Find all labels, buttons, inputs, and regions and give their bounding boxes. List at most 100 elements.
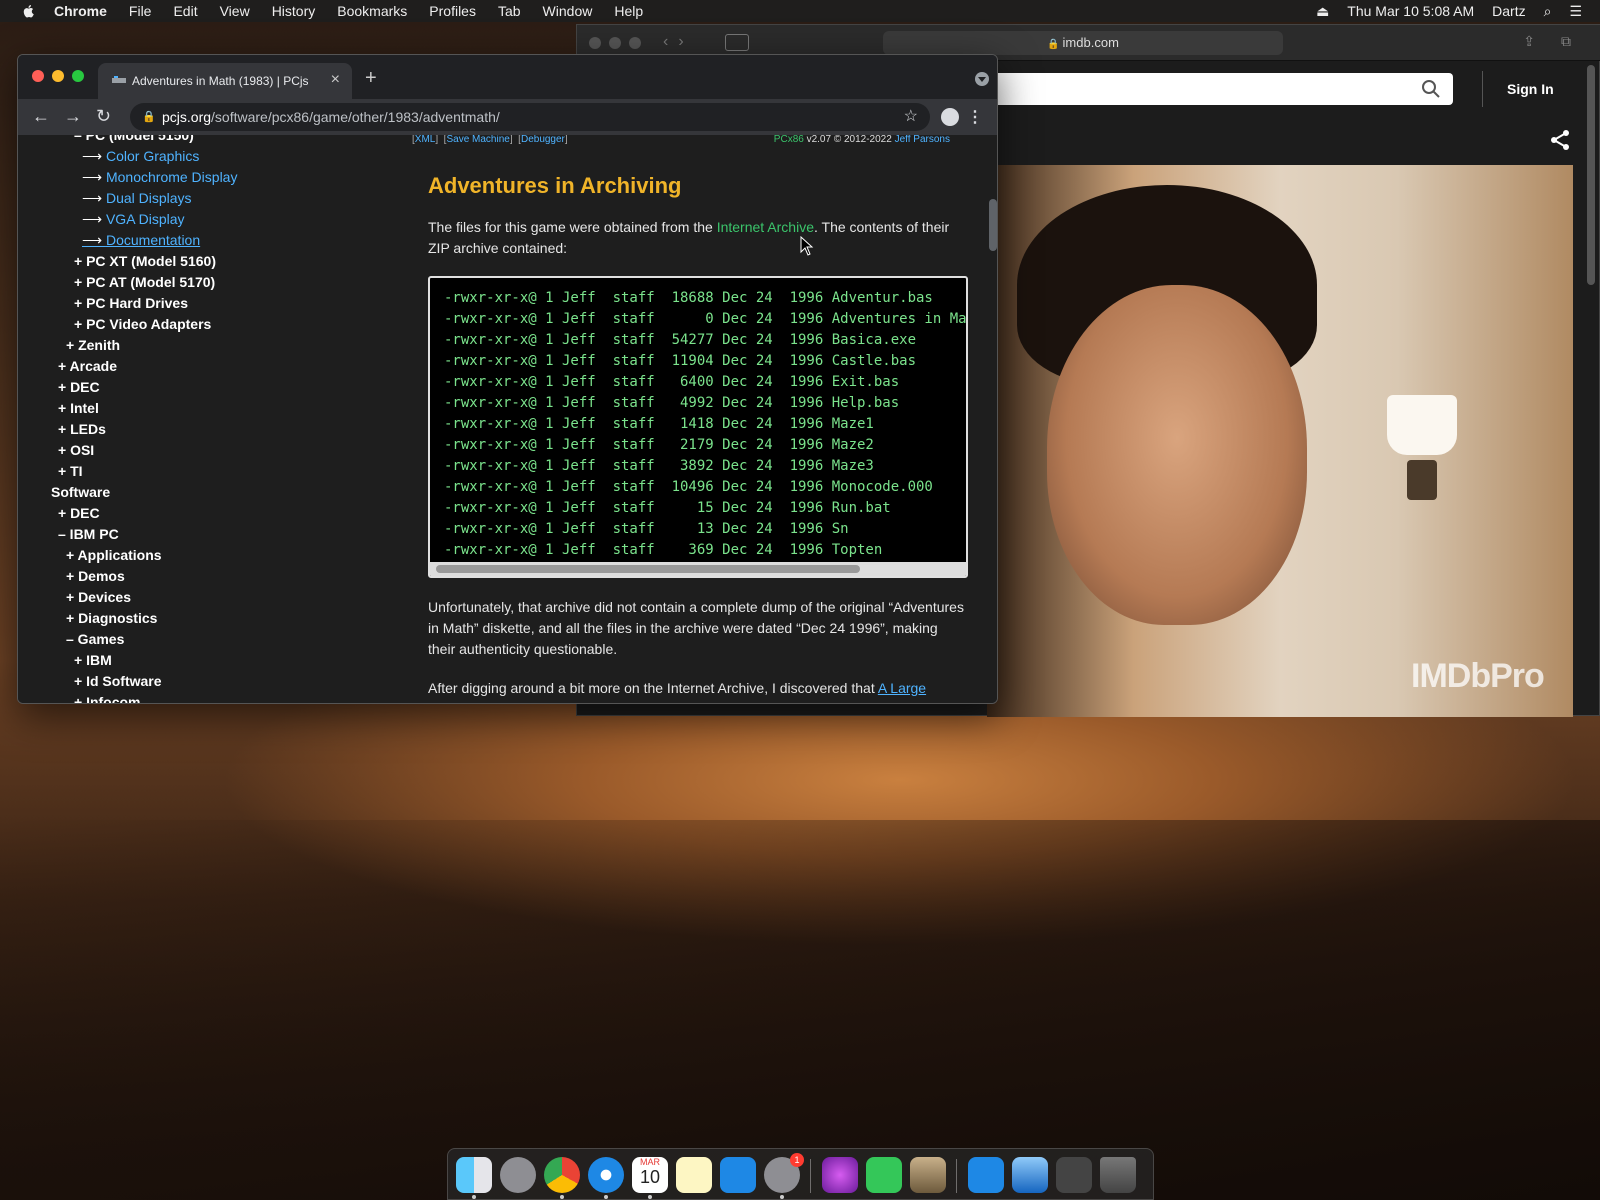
menu-history[interactable]: History xyxy=(272,3,316,19)
xml-link[interactable]: XML xyxy=(415,135,436,145)
sidebar-item-intel[interactable]: + Intel xyxy=(58,400,99,416)
codeblock-scrollbar[interactable] xyxy=(430,562,966,576)
back-icon[interactable]: ‹ xyxy=(663,33,668,51)
launchpad-icon[interactable] xyxy=(500,1157,536,1193)
sidebar-item-games[interactable]: – Games xyxy=(66,631,124,647)
sidebar-item-infocom[interactable]: + Infocom xyxy=(74,694,141,703)
menu-window[interactable]: Window xyxy=(543,3,593,19)
sidebar-item-id-software[interactable]: + Id Software xyxy=(74,673,162,689)
author-link[interactable]: Jeff Parsons xyxy=(895,135,950,145)
tab-active[interactable]: Adventures in Math (1983) | PCjs × xyxy=(98,63,352,99)
trash-icon[interactable] xyxy=(1100,1157,1136,1193)
control-center-icon[interactable]: ☰ xyxy=(1569,3,1582,20)
sidebar-item-documentation[interactable]: ⟶ Documentation xyxy=(82,232,200,249)
search-icon[interactable] xyxy=(1421,79,1441,99)
profile-icon[interactable] xyxy=(941,108,959,126)
sidebar-toggle-icon[interactable] xyxy=(725,34,749,51)
safari-window-controls[interactable] xyxy=(589,37,641,49)
share-icon[interactable] xyxy=(1549,129,1571,151)
safari-icon[interactable] xyxy=(588,1157,624,1199)
scrollbar-thumb[interactable] xyxy=(436,565,860,573)
sidebar-item-software[interactable]: Software xyxy=(51,484,110,500)
sidebar-item-color-graphics[interactable]: ⟶ Color Graphics xyxy=(82,148,199,165)
sidebar-item-ibm-pc[interactable]: – IBM PC xyxy=(58,526,119,542)
menu-clock[interactable]: Thu Mar 10 5:08 AM xyxy=(1347,3,1474,19)
safari-scrollbar[interactable] xyxy=(1587,65,1595,285)
reload-icon[interactable]: ↻ xyxy=(96,106,111,127)
tabs-overview-icon[interactable]: ⧉ xyxy=(1561,33,1571,50)
zoom-window-button[interactable] xyxy=(72,70,84,82)
sidebar-item-software-dec[interactable]: + DEC xyxy=(58,505,100,521)
sidebar-item-arcade[interactable]: + Arcade xyxy=(58,358,117,374)
sidebar-item-ti[interactable]: + TI xyxy=(58,463,83,479)
minimize-window-button[interactable] xyxy=(52,70,64,82)
debugger-link[interactable]: Debugger xyxy=(521,135,565,145)
back-icon[interactable]: ← xyxy=(32,106,50,127)
menu-bookmarks[interactable]: Bookmarks xyxy=(337,3,407,19)
potion-app-icon[interactable] xyxy=(822,1157,858,1193)
chess-icon[interactable] xyxy=(910,1157,946,1193)
sign-in-button[interactable]: Sign In xyxy=(1507,81,1554,97)
sidebar-item-applications[interactable]: + Applications xyxy=(66,547,162,563)
sidebar-item-demos[interactable]: + Demos xyxy=(66,568,125,584)
app-store-downloads-icon[interactable] xyxy=(968,1157,1004,1193)
pcx86-link[interactable]: PCx86 xyxy=(774,135,804,145)
internet-archive-link[interactable]: Internet Archive xyxy=(717,219,814,235)
calendar-icon[interactable]: MAR 10 xyxy=(632,1157,668,1199)
system-preferences-icon[interactable]: 1 xyxy=(764,1153,804,1199)
new-tab-button[interactable]: + xyxy=(365,67,377,90)
facetime-icon[interactable] xyxy=(866,1157,902,1193)
safari-address-bar[interactable]: 🔒 imdb.com xyxy=(883,31,1283,55)
sidebar-item-diagnostics[interactable]: + Diagnostics xyxy=(66,610,157,626)
preview-icon[interactable] xyxy=(1012,1157,1048,1193)
page-scrollbar[interactable] xyxy=(989,199,997,251)
sidebar-item-vga-display[interactable]: ⟶ VGA Display xyxy=(82,211,185,228)
chrome-icon[interactable] xyxy=(544,1157,580,1199)
sidebar-item-pc-xt[interactable]: + PC XT (Model 5160) xyxy=(74,253,216,269)
menu-file[interactable]: File xyxy=(129,3,152,19)
menu-help[interactable]: Help xyxy=(614,3,643,19)
close-window-button[interactable] xyxy=(32,70,44,82)
forward-icon[interactable]: › xyxy=(678,33,683,51)
menu-bar: Chrome File Edit View History Bookmarks … xyxy=(0,0,1600,22)
sidebar-item-devices[interactable]: + Devices xyxy=(66,589,131,605)
menu-view[interactable]: View xyxy=(220,3,250,19)
sidebar-item-zenith[interactable]: + Zenith xyxy=(66,337,120,353)
share-icon[interactable]: ⇪ xyxy=(1523,33,1535,50)
video-player[interactable]: IMDbPro xyxy=(987,165,1573,717)
sidebar-item-pc-hard-drives[interactable]: + PC Hard Drives xyxy=(74,295,188,311)
file-listing-line: -rwxr-xr-x@ 1 Jeff staff 15 Dec 24 1996 … xyxy=(444,500,891,516)
sidebar-item-dual-displays[interactable]: ⟶ Dual Displays xyxy=(82,190,192,207)
lock-icon[interactable]: 🔒 xyxy=(142,103,156,131)
menu-tab[interactable]: Tab xyxy=(498,3,521,19)
notes-icon[interactable] xyxy=(676,1157,712,1193)
menu-profiles[interactable]: Profiles xyxy=(429,3,476,19)
sidebar-item-leds[interactable]: + LEDs xyxy=(58,421,106,437)
screenshot-icon[interactable] xyxy=(1056,1157,1092,1193)
menu-app-name[interactable]: Chrome xyxy=(54,3,107,19)
menu-edit[interactable]: Edit xyxy=(173,3,197,19)
finder-icon[interactable] xyxy=(456,1157,492,1199)
save-machine-link[interactable]: Save Machine xyxy=(446,135,509,145)
sidebar-item-pc-5150[interactable]: – PC (Model 5150) xyxy=(74,135,194,143)
bookmark-star-icon[interactable]: ☆ xyxy=(904,103,918,131)
address-bar[interactable]: 🔒 pcjs.org/software/pcx86/game/other/198… xyxy=(130,103,930,131)
sidebar-item-osi[interactable]: + OSI xyxy=(58,442,94,458)
forward-icon[interactable]: → xyxy=(64,106,82,127)
app-store-icon[interactable] xyxy=(720,1157,756,1193)
sidebar-item-pc-at[interactable]: + PC AT (Model 5170) xyxy=(74,274,215,290)
sidebar-item-ibm[interactable]: + IBM xyxy=(74,652,112,668)
file-listing-codeblock[interactable]: -rwxr-xr-x@ 1 Jeff staff 18688 Dec 24 19… xyxy=(428,276,968,578)
apple-icon[interactable] xyxy=(20,4,38,18)
sidebar-item-dec[interactable]: + DEC xyxy=(58,379,100,395)
imdb-search-input[interactable] xyxy=(987,73,1453,105)
eject-icon[interactable]: ⏏ xyxy=(1316,3,1329,20)
menu-user[interactable]: Dartz xyxy=(1492,3,1525,19)
tab-search-icon[interactable] xyxy=(975,72,989,86)
a-large-link[interactable]: A Large xyxy=(878,680,926,696)
sidebar-item-monochrome-display[interactable]: ⟶ Monochrome Display xyxy=(82,169,237,186)
spotlight-icon[interactable]: ⌕ xyxy=(1544,3,1552,20)
more-menu-icon[interactable]: ⋮ xyxy=(967,107,983,127)
sidebar-item-pc-video-adapters[interactable]: + PC Video Adapters xyxy=(74,316,211,332)
close-tab-icon[interactable]: × xyxy=(331,71,340,89)
